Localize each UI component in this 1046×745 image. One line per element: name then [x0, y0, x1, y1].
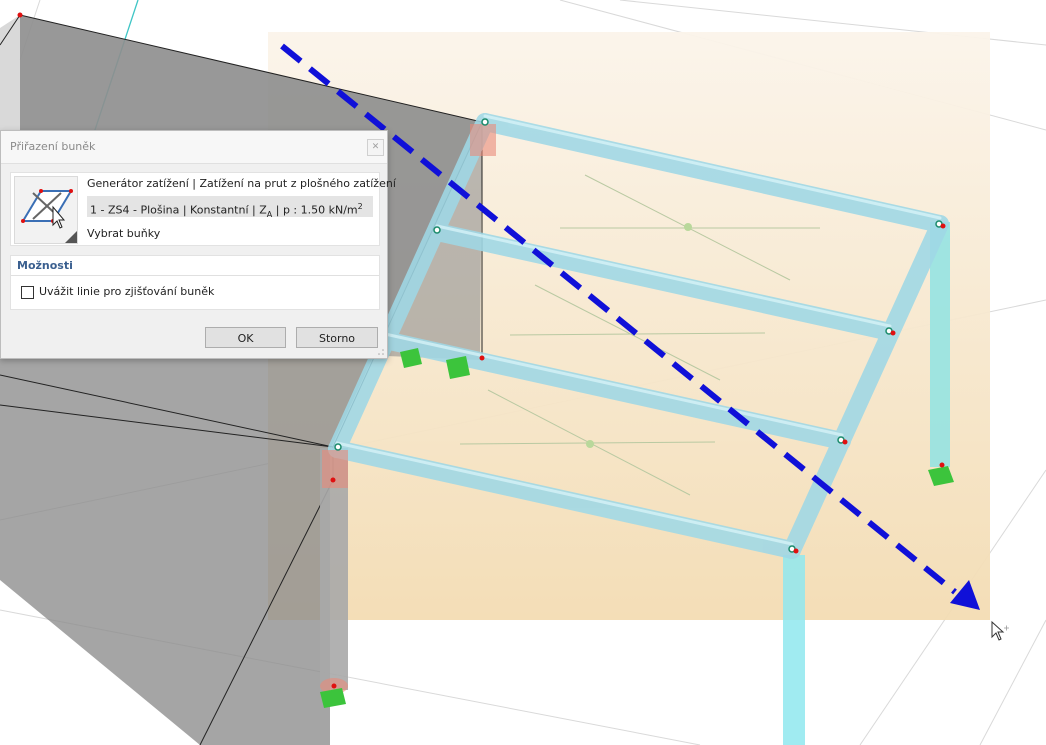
- generator-text: Generátor zatížení | Zatížení na prut z …: [87, 177, 396, 190]
- options-panel: Možnosti Uvážit linie pro zjišťování bun…: [10, 255, 380, 310]
- load-center-point: [684, 223, 692, 231]
- select-cells-label: Vybrat buňky: [87, 227, 161, 240]
- consider-lines-label[interactable]: Uvážit linie pro zjišťování buněk: [39, 285, 214, 298]
- hinge-highlight: [470, 124, 496, 156]
- cell-assignment-dialog: Přiřazení buněk ✕ Generátor zatížení | Z…: [0, 130, 396, 359]
- ok-button[interactable]: OK: [205, 327, 286, 348]
- model-viewport[interactable]: [0, 0, 1046, 745]
- cancel-button[interactable]: Storno: [296, 327, 378, 348]
- options-header: Možnosti: [17, 259, 73, 272]
- dialog-title: Přiřazení buněk: [10, 140, 96, 153]
- mouse-cursor-icon: [991, 620, 1009, 641]
- close-icon: ✕: [371, 142, 380, 152]
- load-case-text: 1 - ZS4 - Plošina | Konstantní | ZA | p …: [87, 196, 373, 219]
- generator-info-panel: Generátor zatížení | Zatížení na prut z …: [10, 172, 396, 246]
- dialog-titlebar[interactable]: Přiřazení buněk ✕: [1, 131, 387, 164]
- consider-lines-checkbox[interactable]: [21, 286, 34, 299]
- load-center-point: [586, 440, 594, 448]
- column: [783, 555, 805, 745]
- options-divider: [11, 275, 379, 276]
- hinge-highlight: [322, 450, 348, 488]
- menu-corner-icon: [65, 231, 77, 243]
- resize-grip-icon[interactable]: [377, 348, 385, 356]
- close-button[interactable]: ✕: [367, 139, 384, 156]
- select-cells-button[interactable]: [14, 176, 78, 244]
